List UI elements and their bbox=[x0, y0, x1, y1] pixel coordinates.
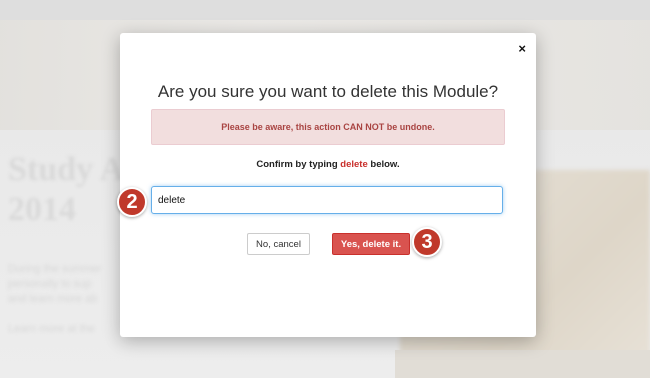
warning-alert: Please be aware, this action CAN NOT be … bbox=[151, 109, 505, 145]
warning-text: Please be aware, this action CAN NOT be … bbox=[221, 122, 435, 132]
confirm-input-wrapper bbox=[151, 186, 503, 214]
cancel-button[interactable]: No, cancel bbox=[247, 233, 310, 255]
background-title-line: 2014 bbox=[8, 191, 76, 228]
background-title-line: Study A bbox=[8, 151, 125, 188]
confirm-keyword: delete bbox=[340, 159, 368, 170]
confirm-instruction: Confirm by typing delete below. bbox=[120, 159, 536, 170]
step-marker-2: 2 bbox=[117, 187, 147, 217]
confirm-delete-button[interactable]: Yes, delete it. bbox=[332, 233, 410, 255]
confirm-prefix: Confirm by typing bbox=[256, 159, 341, 170]
delete-confirm-modal: × Are you sure you want to delete this M… bbox=[120, 33, 536, 337]
step-marker-3: 3 bbox=[412, 227, 442, 257]
confirm-delete-input[interactable] bbox=[151, 186, 503, 214]
background-title: Study A 2014 bbox=[8, 150, 124, 230]
modal-title: Are you sure you want to delete this Mod… bbox=[157, 82, 499, 101]
background-top-bar bbox=[0, 0, 650, 20]
close-icon[interactable]: × bbox=[518, 42, 526, 56]
confirm-suffix: below. bbox=[367, 159, 400, 170]
background-footer-image bbox=[395, 350, 650, 378]
